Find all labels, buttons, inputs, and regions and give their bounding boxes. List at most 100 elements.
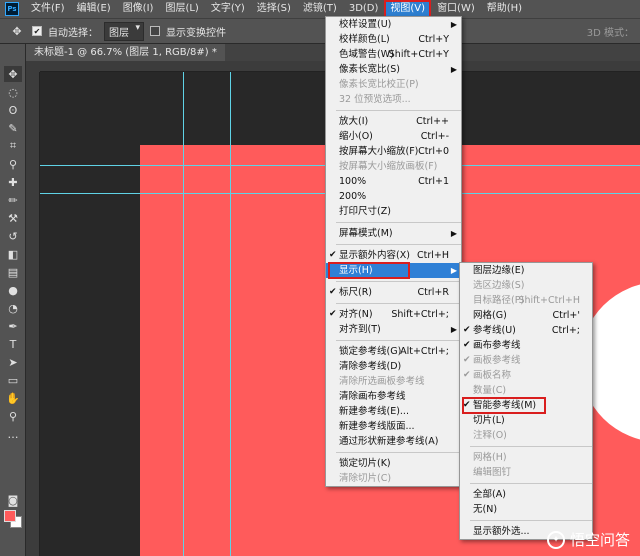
view_menu-item-label: 锁定切片(K) xyxy=(339,458,391,469)
hand-icon[interactable]: ✋ xyxy=(4,390,22,406)
view_menu-item[interactable]: 新建参考线版面... xyxy=(326,419,461,434)
menu-image[interactable]: 图像(I) xyxy=(117,0,160,18)
rectangle-icon[interactable]: ▭ xyxy=(4,372,22,388)
dodge-icon[interactable]: ◔ xyxy=(4,300,22,316)
view_menu-item[interactable]: 200% xyxy=(326,189,461,204)
show_menu-item[interactable]: 无(N) xyxy=(460,502,592,517)
view_menu-item[interactable]: 清除画布参考线 xyxy=(326,389,461,404)
checkmark-icon: ✔ xyxy=(329,309,337,319)
shortcut-label: Shift+Ctrl+H xyxy=(518,295,580,306)
show_menu-item-label: 网格(H) xyxy=(473,452,507,463)
submenu-arrow-icon: ▶ xyxy=(450,20,457,29)
zoom-icon[interactable]: ⚲ xyxy=(4,408,22,424)
menu-file[interactable]: 文件(F) xyxy=(25,0,71,18)
document-tab[interactable]: 未标题-1 @ 66.7% (图层 1, RGB/8#) * xyxy=(26,44,225,61)
view_menu-item-label: 清除所选画板参考线 xyxy=(339,376,425,387)
type-tool-icon[interactable]: T xyxy=(4,336,22,352)
eyedropper-icon[interactable]: ⚲ xyxy=(4,156,22,172)
view_menu-item[interactable]: 像素长宽比(S) ▶ xyxy=(326,62,461,77)
menu-separator xyxy=(336,222,461,223)
show_menu-item-label: 编辑图钉 xyxy=(473,467,512,478)
healing-brush-icon[interactable]: ✚ xyxy=(4,174,22,190)
view_menu-item[interactable]: 缩小(O) Ctrl+- xyxy=(326,129,461,144)
blur-icon[interactable]: ● xyxy=(4,282,22,298)
ruler-vertical[interactable] xyxy=(26,72,40,556)
checkmark-icon: ✔ xyxy=(463,355,471,365)
show_menu-item[interactable]: ✔ 画布参考线 xyxy=(460,338,592,353)
shortcut-label: Ctrl+; xyxy=(551,325,580,336)
tools-panel: ✥ ◌ ʘ ✎ ⌗ ⚲ ✚ ✏ ⚒ ↺ ◧ ▤ ● ◔ ✒ T ➤ ▭ ✋ ⚲ … xyxy=(0,44,26,556)
view_menu-item: 清除所选画板参考线 xyxy=(326,374,461,389)
view_menu-item[interactable]: 锁定切片(K) xyxy=(326,456,461,471)
marquee-icon[interactable]: ◌ xyxy=(4,84,22,100)
show_menu-item-label: 智能参考线(M) xyxy=(473,400,537,411)
view_menu-item[interactable]: 锁定参考线(G) Alt+Ctrl+; xyxy=(326,344,461,359)
view_menu-item[interactable]: ✔ 显示额外内容(X) Ctrl+H xyxy=(326,248,461,263)
show-submenu: 图层边缘(E) 选区边缘(S) 目标路径(P) Shift+Ctrl+H 网格(G) Ct… xyxy=(459,262,593,540)
shortcut-label: Ctrl+' xyxy=(552,310,580,321)
menu-separator xyxy=(470,446,592,447)
menu-select[interactable]: 选择(S) xyxy=(251,0,297,18)
view_menu-item[interactable]: 放大(I) Ctrl++ xyxy=(326,114,461,129)
quick-mask-icon[interactable]: ◙ xyxy=(4,492,22,508)
view_menu-item[interactable]: 清除参考线(D) xyxy=(326,359,461,374)
foreground-color-swatch[interactable] xyxy=(4,510,16,522)
guide-vertical-1[interactable] xyxy=(183,72,184,556)
view_menu-item-label: 对齐(N) xyxy=(339,309,373,320)
view_menu-item[interactable]: 新建参考线(E)... xyxy=(326,404,461,419)
show_menu-item[interactable]: 网格(G) Ctrl+' xyxy=(460,308,592,323)
view_menu-item[interactable]: 按屏幕大小缩放(F) Ctrl+0 xyxy=(326,144,461,159)
auto-select-dropdown[interactable]: 图层 xyxy=(104,21,144,41)
menu-type[interactable]: 文字(Y) xyxy=(205,0,251,18)
view_menu-item[interactable]: 屏幕模式(M) ▶ xyxy=(326,226,461,241)
view_menu-item-label: 打印尺寸(Z) xyxy=(339,206,391,217)
quick-select-icon[interactable]: ✎ xyxy=(4,120,22,136)
show-transform-checkbox[interactable] xyxy=(150,26,160,36)
view_menu-item-label: 色域警告(W) xyxy=(339,49,394,60)
watermark: ✦ 悟空问答 xyxy=(546,529,630,550)
pen-icon[interactable]: ✒ xyxy=(4,318,22,334)
show_menu-item[interactable]: ✔ 智能参考线(M) xyxy=(460,398,592,413)
view_menu-item[interactable]: 色域警告(W) Shift+Ctrl+Y xyxy=(326,47,461,62)
move-tool-icon[interactable]: ✥ xyxy=(8,23,26,39)
view_menu-item-label: 清除画布参考线 xyxy=(339,391,406,402)
shortcut-label: Ctrl+0 xyxy=(418,146,449,157)
shortcut-label: Shift+Ctrl+Y xyxy=(388,49,449,60)
show_menu-item[interactable]: ✔ 参考线(U) Ctrl+; xyxy=(460,323,592,338)
move-icon[interactable]: ✥ xyxy=(4,66,22,82)
guide-vertical-2[interactable] xyxy=(230,72,231,556)
menu-help[interactable]: 帮助(H) xyxy=(481,0,528,18)
view_menu-item-label: 按屏幕大小缩放(F) xyxy=(339,146,419,157)
show_menu-item[interactable]: 全部(A) xyxy=(460,487,592,502)
shortcut-label: Alt+Ctrl+; xyxy=(400,346,449,357)
more-tools-icon[interactable]: … xyxy=(4,426,22,442)
eraser-icon[interactable]: ◧ xyxy=(4,246,22,262)
view_menu-item[interactable]: 校样颜色(L) Ctrl+Y xyxy=(326,32,461,47)
view_menu-item[interactable]: 通过形状新建参考线(A) xyxy=(326,434,461,449)
view_menu-item[interactable]: ✔ 标尺(R) Ctrl+R xyxy=(326,285,461,300)
lasso-icon[interactable]: ʘ xyxy=(4,102,22,118)
view_menu-item[interactable]: ✔ 对齐(N) Shift+Ctrl+; xyxy=(326,307,461,322)
view_menu-item-label: 通过形状新建参考线(A) xyxy=(339,436,439,447)
menu-separator xyxy=(470,520,592,521)
clone-stamp-icon[interactable]: ⚒ xyxy=(4,210,22,226)
gradient-icon[interactable]: ▤ xyxy=(4,264,22,280)
view_menu-item[interactable]: 打印尺寸(Z) xyxy=(326,204,461,219)
crop-icon[interactable]: ⌗ xyxy=(4,138,22,154)
show_menu-item[interactable]: 切片(L) xyxy=(460,413,592,428)
submenu-arrow-icon: ▶ xyxy=(450,266,457,275)
show-transform-label: 显示变换控件 xyxy=(166,27,226,39)
menu-separator xyxy=(336,281,461,282)
menu-edit[interactable]: 编辑(E) xyxy=(71,0,117,18)
menu-layer[interactable]: 图层(L) xyxy=(159,0,204,18)
view_menu-item[interactable]: 对齐到(T) ▶ xyxy=(326,322,461,337)
view_menu-item[interactable]: 100% Ctrl+1 xyxy=(326,174,461,189)
show_menu-item[interactable]: 图层边缘(E) xyxy=(460,263,592,278)
history-brush-icon[interactable]: ↺ xyxy=(4,228,22,244)
path-select-icon[interactable]: ➤ xyxy=(4,354,22,370)
brush-icon[interactable]: ✏ xyxy=(4,192,22,208)
view_menu-item[interactable]: 显示(H) ▶ xyxy=(326,263,461,278)
view_menu-item[interactable]: 校样设置(U) ▶ xyxy=(326,17,461,32)
auto-select-checkbox[interactable]: ✔ xyxy=(32,26,42,36)
checkmark-icon: ✔ xyxy=(463,400,471,410)
